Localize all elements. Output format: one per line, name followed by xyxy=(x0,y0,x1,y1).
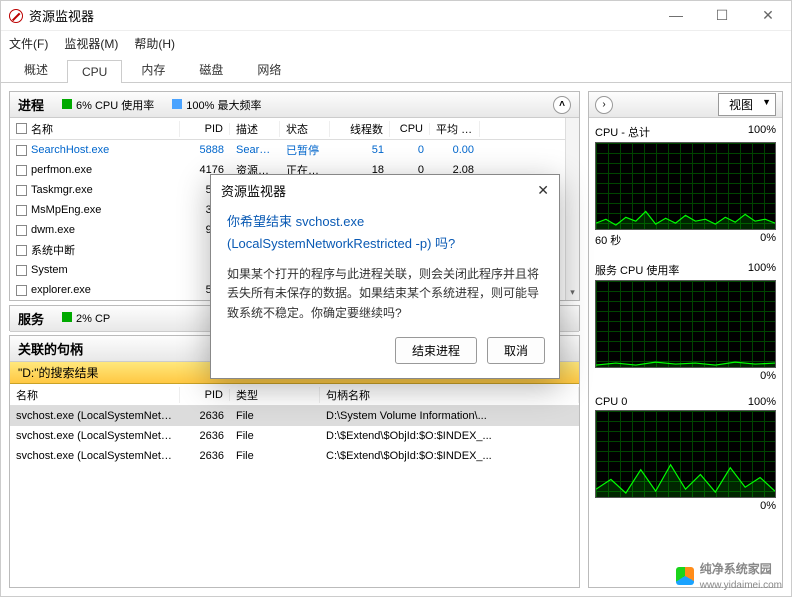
tab-overview[interactable]: 概述 xyxy=(9,56,63,82)
process-row[interactable]: SearchHost.exe5888Search...已暂停5100.00 xyxy=(10,140,565,160)
hcol-handle[interactable]: 句柄名称 xyxy=(320,387,579,403)
hcol-type[interactable]: 类型 xyxy=(230,387,320,403)
col-pid[interactable]: PID xyxy=(180,123,230,135)
view-dropdown[interactable]: 视图 xyxy=(718,93,776,116)
chart-max: 100% xyxy=(748,396,776,408)
menu-help[interactable]: 帮助(H) xyxy=(134,35,175,52)
dialog-title: 资源监视器 xyxy=(221,181,286,200)
chart-sub-right: 0% xyxy=(760,500,776,512)
right-pane: › 视图 CPU - 总计100%60 秒0%服务 CPU 使用率100%0%C… xyxy=(588,91,783,588)
handles-title: 关联的句柄 xyxy=(18,339,83,358)
dialog-question: 你希望结束 svchost.exe (LocalSystemNetworkRes… xyxy=(227,211,543,255)
tab-disk[interactable]: 磁盘 xyxy=(184,56,238,82)
checkbox[interactable] xyxy=(16,165,27,176)
chart-canvas xyxy=(595,142,776,230)
window-title: 资源监视器 xyxy=(29,6,94,25)
menu-monitor[interactable]: 监视器(M) xyxy=(64,35,118,52)
chart-sub-left: 60 秒 xyxy=(595,232,621,248)
handle-list: svchost.exe (LocalSystemNetw...2636FileD… xyxy=(10,406,579,466)
maximize-button[interactable]: ☐ xyxy=(707,7,737,24)
charts-container: CPU - 总计 100% 60 秒 0% 服务 CPU 使用率 100% 0% CPU 0 1… xyxy=(589,118,782,520)
right-header: › 视图 xyxy=(589,92,782,118)
dialog-titlebar[interactable]: 资源监视器 ✕ xyxy=(211,175,559,205)
menubar: 文件(F) 监视器(M) 帮助(H) xyxy=(1,31,791,55)
checkbox[interactable] xyxy=(16,145,27,156)
minimize-button[interactable]: — xyxy=(661,7,691,24)
col-desc[interactable]: 描述 xyxy=(230,121,280,137)
close-button[interactable]: ✕ xyxy=(753,7,783,24)
app-icon xyxy=(9,9,23,23)
col-avg[interactable]: 平均 C... xyxy=(430,121,480,137)
checkbox[interactable] xyxy=(16,245,27,256)
svc-cpu-indicator: 2% CP xyxy=(62,312,110,325)
chart-max: 100% xyxy=(748,124,776,140)
window-controls: — ☐ ✕ xyxy=(661,7,783,24)
confirm-dialog: 资源监视器 ✕ 你希望结束 svchost.exe (LocalSystemNe… xyxy=(210,174,560,379)
checkbox[interactable] xyxy=(16,285,27,296)
chart-block: CPU - 总计 100% 60 秒 0% xyxy=(589,118,782,256)
hcol-name[interactable]: 名称 xyxy=(10,387,180,403)
col-threads[interactable]: 线程数 xyxy=(330,121,390,137)
checkbox[interactable] xyxy=(16,225,27,236)
watermark: 纯净系统家园 www.yidaimei.com xyxy=(676,560,782,591)
chart-sub-right: 0% xyxy=(760,370,776,382)
processes-header[interactable]: 进程 6% CPU 使用率 100% 最大频率 ˄ xyxy=(10,92,579,118)
chart-max: 100% xyxy=(748,262,776,278)
col-cpu[interactable]: CPU xyxy=(390,123,430,135)
chart-title: 服务 CPU 使用率 xyxy=(595,262,679,278)
checkbox-all[interactable] xyxy=(16,123,27,134)
tabbar: 概述 CPU 内存 磁盘 网络 xyxy=(1,55,791,83)
processes-title: 进程 xyxy=(18,95,44,114)
green-led-icon xyxy=(62,312,72,322)
max-freq-indicator: 100% 最大频率 xyxy=(172,97,261,113)
dialog-close-icon[interactable]: ✕ xyxy=(537,182,549,199)
handle-columns: 名称 PID 类型 句柄名称 xyxy=(10,384,579,406)
titlebar[interactable]: 资源监视器 — ☐ ✕ xyxy=(1,1,791,31)
scrollbar[interactable]: ▾ xyxy=(565,118,579,300)
watermark-icon xyxy=(676,567,694,585)
watermark-url: www.yidaimei.com xyxy=(700,580,782,591)
tab-memory[interactable]: 内存 xyxy=(126,56,180,82)
handle-row[interactable]: svchost.exe (LocalSystemNetw...2636FileC… xyxy=(10,446,579,466)
end-process-button[interactable]: 结束进程 xyxy=(395,337,477,364)
menu-file[interactable]: 文件(F) xyxy=(9,35,48,52)
chart-canvas xyxy=(595,410,776,498)
checkbox[interactable] xyxy=(16,265,27,276)
tab-cpu[interactable]: CPU xyxy=(67,60,122,83)
col-status[interactable]: 状态 xyxy=(280,121,330,137)
services-title: 服务 xyxy=(18,309,44,328)
cpu-usage-indicator: 6% CPU 使用率 xyxy=(62,97,154,113)
chart-canvas xyxy=(595,280,776,368)
chevron-right-icon[interactable]: › xyxy=(595,96,613,114)
checkbox[interactable] xyxy=(16,185,27,196)
chart-sub-right: 0% xyxy=(760,232,776,248)
col-name[interactable]: 名称 xyxy=(10,121,180,137)
hcol-pid[interactable]: PID xyxy=(180,389,230,401)
chart-title: CPU - 总计 xyxy=(595,124,650,140)
search-results-label: "D:"的搜索结果 xyxy=(18,364,99,381)
dialog-body: 你希望结束 svchost.exe (LocalSystemNetworkRes… xyxy=(211,205,559,337)
watermark-brand: 纯净系统家园 xyxy=(700,562,772,576)
chart-block: 服务 CPU 使用率 100% 0% xyxy=(589,256,782,390)
chevron-up-icon[interactable]: ˄ xyxy=(553,96,571,114)
handle-row[interactable]: svchost.exe (LocalSystemNetw...2636FileD… xyxy=(10,426,579,446)
dialog-buttons: 结束进程 取消 xyxy=(211,337,559,378)
cancel-button[interactable]: 取消 xyxy=(487,337,545,364)
tab-network[interactable]: 网络 xyxy=(242,56,296,82)
dialog-message: 如果某个打开的程序与此进程关联，则会关闭此程序并且将丢失所有未保存的数据。如果结… xyxy=(227,265,543,323)
proc-columns: 名称 PID 描述 状态 线程数 CPU 平均 C... xyxy=(10,118,565,140)
green-led-icon xyxy=(62,99,72,109)
checkbox[interactable] xyxy=(16,205,27,216)
handle-row[interactable]: svchost.exe (LocalSystemNetw...2636FileD… xyxy=(10,406,579,426)
chart-block: CPU 0 100% 0% xyxy=(589,390,782,520)
chart-title: CPU 0 xyxy=(595,396,627,408)
blue-led-icon xyxy=(172,99,182,109)
